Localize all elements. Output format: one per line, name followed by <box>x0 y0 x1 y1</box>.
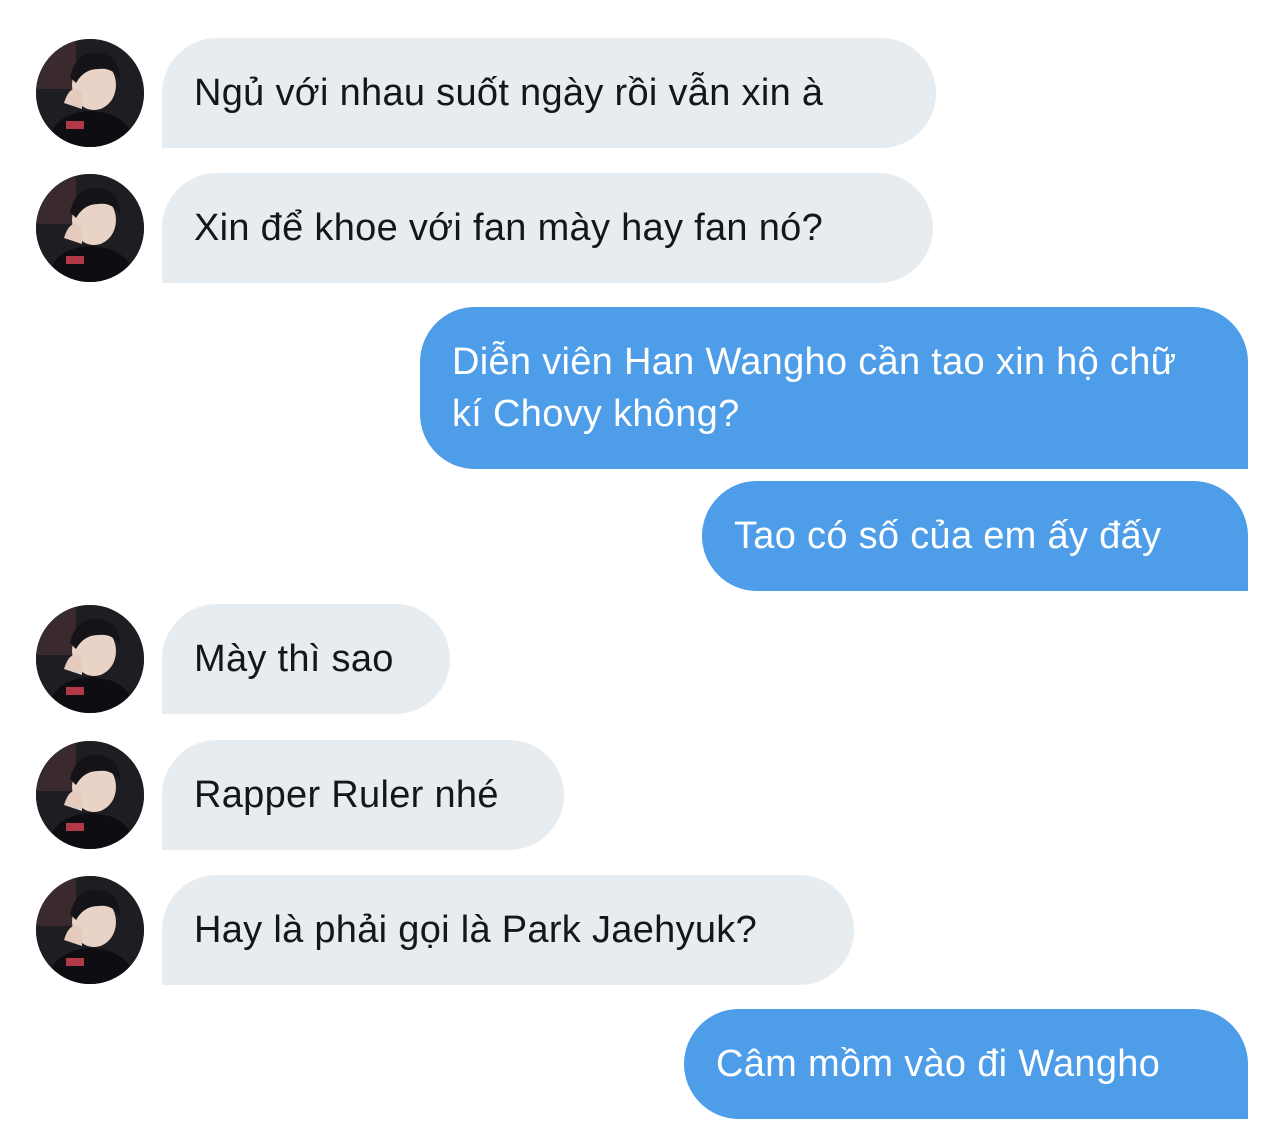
message-row-outgoing: Câm mồm vào đi Wangho <box>0 1009 1284 1119</box>
message-text: Hay là phải gọi là Park Jaehyuk? <box>194 909 758 951</box>
message-bubble-outgoing[interactable]: Câm mồm vào đi Wangho <box>684 1009 1248 1119</box>
message-text: Diễn viên Han Wangho cần tao xin hộ chữ … <box>452 341 1177 435</box>
message-thread: Ngủ với nhau suốt ngày rồi vẫn xin à Xin… <box>0 0 1284 1128</box>
message-row-incoming: Rapper Ruler nhé <box>0 740 1284 850</box>
message-text: Ngủ với nhau suốt ngày rồi vẫn xin à <box>194 72 824 114</box>
message-row-incoming: Hay là phải gọi là Park Jaehyuk? <box>0 875 1284 985</box>
avatar-icon[interactable] <box>36 174 144 282</box>
message-row-incoming: Xin để khoe với fan mày hay fan nó? <box>0 173 1284 283</box>
avatar-icon[interactable] <box>36 741 144 849</box>
message-row-incoming: Ngủ với nhau suốt ngày rồi vẫn xin à <box>0 38 1284 148</box>
message-text: Rapper Ruler nhé <box>194 774 499 816</box>
message-row-incoming: Mày thì sao <box>0 604 1284 714</box>
message-bubble-outgoing[interactable]: Tao có số của em ấy đấy <box>702 481 1248 591</box>
message-bubble-incoming[interactable]: Xin để khoe với fan mày hay fan nó? <box>162 173 933 283</box>
message-bubble-outgoing[interactable]: Diễn viên Han Wangho cần tao xin hộ chữ … <box>420 307 1248 469</box>
avatar-icon[interactable] <box>36 876 144 984</box>
message-text: Xin để khoe với fan mày hay fan nó? <box>194 207 824 249</box>
message-bubble-incoming[interactable]: Ngủ với nhau suốt ngày rồi vẫn xin à <box>162 38 936 148</box>
message-text: Tao có số của em ấy đấy <box>734 515 1162 557</box>
message-bubble-incoming[interactable]: Mày thì sao <box>162 604 450 714</box>
message-text: Mày thì sao <box>194 638 394 680</box>
message-text: Câm mồm vào đi Wangho <box>716 1043 1161 1085</box>
avatar-icon[interactable] <box>36 605 144 713</box>
message-bubble-incoming[interactable]: Rapper Ruler nhé <box>162 740 564 850</box>
message-bubble-incoming[interactable]: Hay là phải gọi là Park Jaehyuk? <box>162 875 854 985</box>
avatar-icon[interactable] <box>36 39 144 147</box>
message-row-outgoing: Tao có số của em ấy đấy <box>0 481 1284 591</box>
message-row-outgoing: Diễn viên Han Wangho cần tao xin hộ chữ … <box>0 307 1284 469</box>
